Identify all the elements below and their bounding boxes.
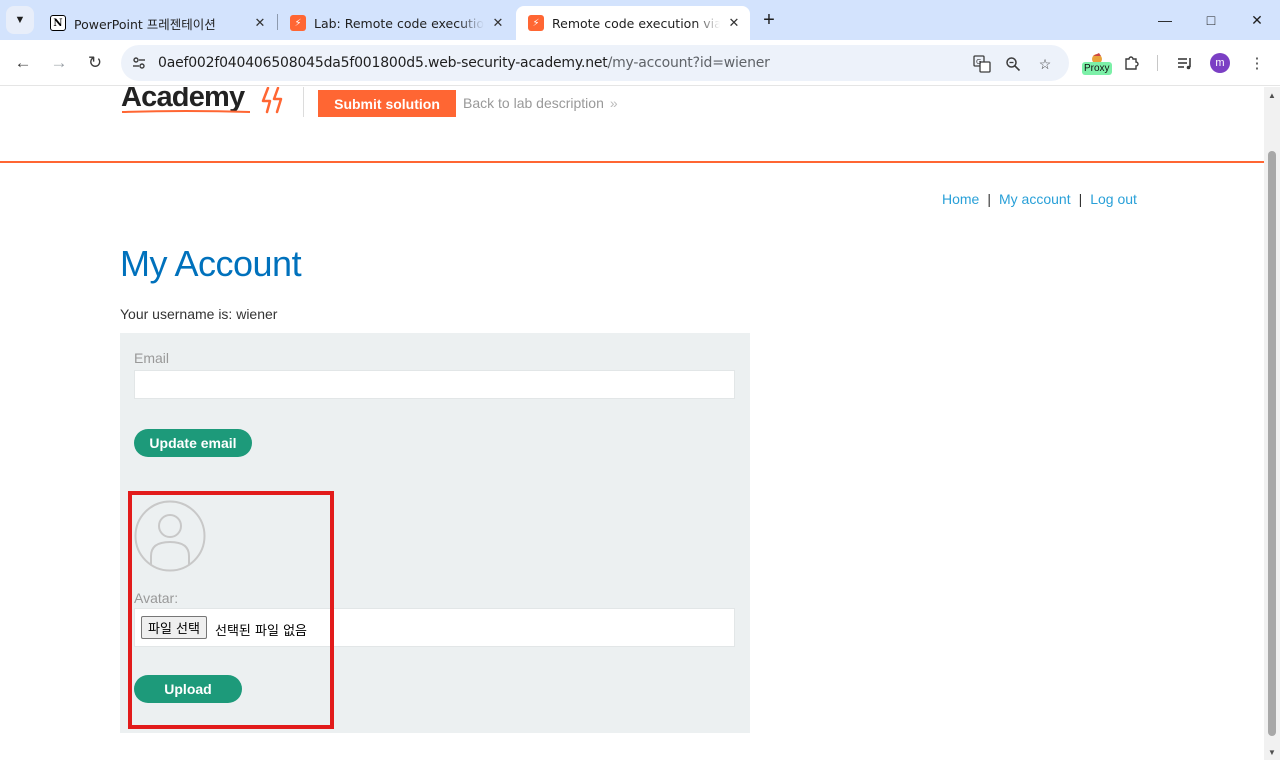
- log-out-link[interactable]: Log out: [1090, 191, 1137, 207]
- new-tab-button[interactable]: +: [757, 8, 781, 32]
- arrow-right-icon: →: [50, 53, 68, 72]
- window-close-button[interactable]: ✕: [1234, 0, 1280, 40]
- close-icon[interactable]: ✕: [488, 13, 508, 33]
- back-button[interactable]: ←: [9, 49, 37, 77]
- submit-solution-button[interactable]: Submit solution: [318, 90, 456, 117]
- translate-icon[interactable]: G: [971, 53, 993, 75]
- tab-title: PowerPoint 프레젠테이션: [74, 16, 216, 32]
- bookmark-star-icon[interactable]: ☆: [1034, 53, 1056, 75]
- tab-active-lab[interactable]: ⚡ Remote code execution via web shell up…: [516, 6, 750, 40]
- tab-title: Remote code execution via web shell uplo…: [552, 15, 720, 31]
- svg-text:G: G: [976, 58, 981, 66]
- browser-menu-button[interactable]: ⋮: [1243, 49, 1271, 77]
- tab-title: Lab: Remote code execution via web shell…: [314, 15, 484, 31]
- scroll-up-icon[interactable]: ▲: [1267, 90, 1277, 100]
- email-label: Email: [134, 350, 170, 366]
- account-nav: Home | My account | Log out: [942, 191, 1137, 207]
- reload-icon: ↻: [87, 53, 103, 72]
- url-text[interactable]: 0aef002f040406508045da5f001800d5.web-sec…: [158, 55, 770, 71]
- maximize-button[interactable]: □: [1188, 0, 1234, 40]
- maximize-icon: □: [1206, 12, 1216, 28]
- scroll-down-icon[interactable]: ▼: [1267, 747, 1277, 757]
- close-icon[interactable]: ✕: [250, 13, 270, 33]
- portswigger-icon: ⚡: [290, 15, 306, 31]
- zoom-icon[interactable]: [1002, 53, 1024, 75]
- url-path: /my-account?id=wiener: [607, 55, 770, 71]
- chevron-down-icon: ▼: [14, 14, 26, 26]
- home-link[interactable]: Home: [942, 191, 979, 207]
- notion-icon: N: [50, 15, 66, 31]
- extensions-button[interactable]: [1118, 49, 1146, 77]
- proxy-badge: Proxy: [1082, 62, 1112, 75]
- minimize-button[interactable]: —: [1142, 0, 1188, 40]
- plus-icon: +: [763, 8, 775, 31]
- page-scrollbar[interactable]: ▲ ▼: [1264, 87, 1280, 760]
- more-vertical-icon: ⋮: [1249, 55, 1265, 72]
- reload-button[interactable]: ↻: [81, 49, 109, 77]
- double-chevron-right-icon: »: [609, 95, 618, 111]
- back-to-lab-label: Back to lab description: [463, 95, 604, 111]
- nav-separator: |: [987, 191, 991, 207]
- tab-lab-description[interactable]: ⚡ Lab: Remote code execution via web she…: [278, 6, 514, 40]
- portswigger-icon: ⚡: [528, 15, 544, 31]
- my-account-link[interactable]: My account: [999, 191, 1071, 207]
- profile-avatar[interactable]: m: [1210, 53, 1230, 73]
- puzzle-icon: [1125, 56, 1139, 70]
- minimize-icon: —: [1158, 12, 1172, 28]
- scroll-thumb[interactable]: [1268, 151, 1276, 736]
- close-icon[interactable]: ✕: [724, 13, 744, 33]
- forward-button[interactable]: →: [45, 49, 73, 77]
- tab-powerpoint[interactable]: N PowerPoint 프레젠테이션 ✕: [38, 6, 276, 40]
- username-line: Your username is: wiener: [120, 306, 278, 322]
- toolbar-divider: [1157, 55, 1158, 71]
- address-bar[interactable]: 0aef002f040406508045da5f001800d5.web-sec…: [121, 45, 1069, 81]
- back-to-lab-link[interactable]: Back to lab description »: [463, 95, 618, 111]
- url-host: 0aef002f040406508045da5f001800d5.web-sec…: [158, 55, 608, 71]
- arrow-left-icon: ←: [14, 53, 32, 72]
- logo-underline: [122, 110, 250, 113]
- media-controls-button[interactable]: [1171, 49, 1199, 77]
- annotation-highlight-box: [128, 491, 334, 729]
- header-rule: [0, 161, 1264, 163]
- playlist-icon: [1178, 58, 1191, 70]
- tab-strip: ▼ N PowerPoint 프레젠테이션 ✕ ⚡ Lab: Remote co…: [0, 0, 1280, 40]
- header-divider: [303, 87, 304, 117]
- tab-search-button[interactable]: ▼: [6, 6, 34, 34]
- site-settings-icon[interactable]: [130, 54, 148, 72]
- lightning-bolt-icon: [261, 87, 283, 114]
- close-icon: ✕: [1251, 11, 1263, 28]
- email-field[interactable]: [134, 370, 735, 399]
- update-email-button[interactable]: Update email: [134, 429, 252, 457]
- page-title: My Account: [120, 243, 302, 284]
- nav-separator: |: [1078, 191, 1083, 207]
